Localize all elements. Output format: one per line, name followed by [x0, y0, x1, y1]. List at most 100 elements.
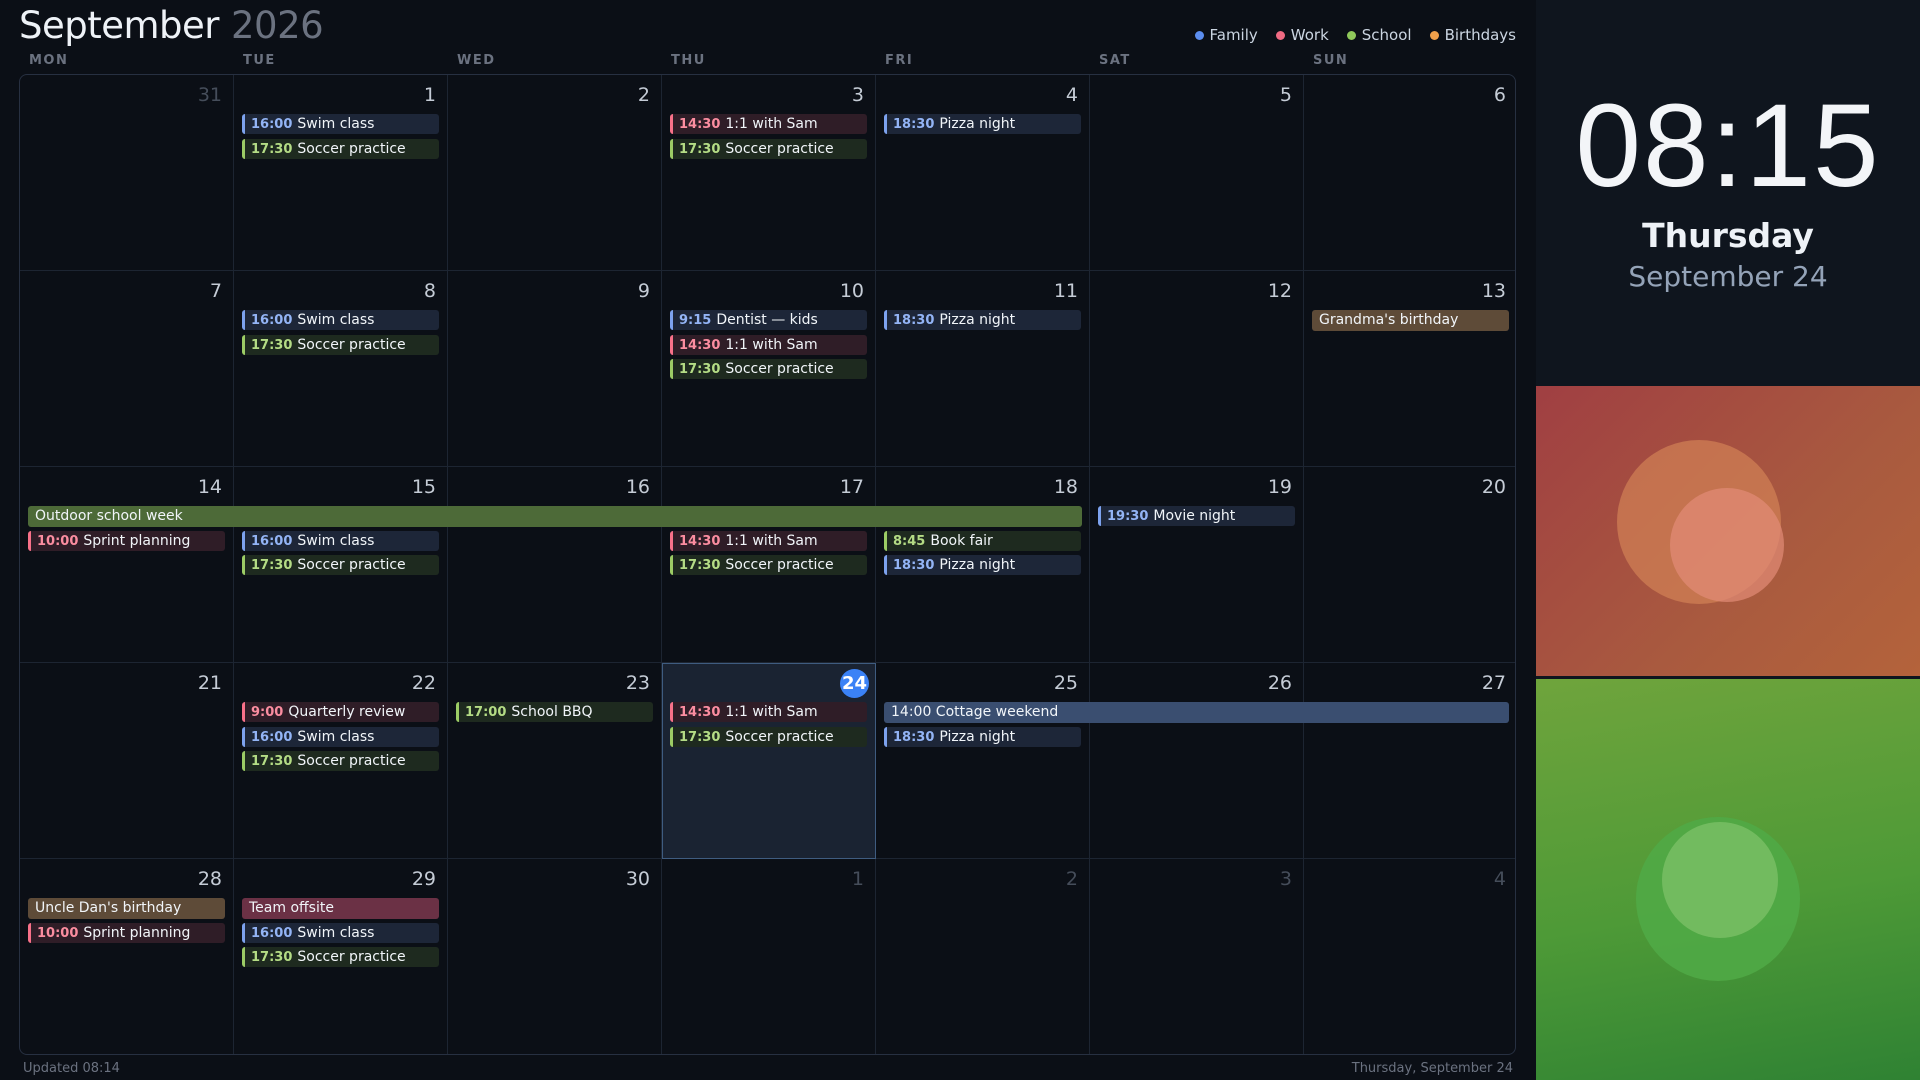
event-soccer-practice[interactable]: 17:30 Soccer practice: [242, 751, 439, 771]
footer-date: Thursday, September 24: [1351, 1061, 1513, 1076]
day-cell[interactable]: 11: [876, 271, 1090, 467]
school-dot-icon: [1346, 30, 1356, 40]
event-title: 1:1 with Sam: [725, 704, 818, 720]
day-number: 23: [625, 672, 650, 694]
event-swim-class[interactable]: 16:00 Swim class: [242, 114, 439, 134]
event-pizza-night[interactable]: 18:30 Pizza night: [884, 555, 1081, 575]
event-dentist[interactable]: 9:15 Dentist — kids: [670, 310, 867, 330]
event-pizza-night[interactable]: 18:30 Pizza night: [884, 114, 1081, 134]
day-cell[interactable]: 19: [1090, 467, 1304, 663]
day-cell[interactable]: 30: [448, 859, 662, 1054]
day-number: 16: [625, 476, 650, 498]
day-cell[interactable]: 26: [1090, 663, 1304, 859]
event-grandmas-birthday[interactable]: Grandma's birthday: [1312, 310, 1509, 331]
event-time: 17:30: [251, 338, 293, 353]
day-cell[interactable]: 28: [20, 859, 234, 1054]
event-soccer-practice[interactable]: 17:30 Soccer practice: [670, 727, 867, 747]
event-soccer-practice[interactable]: 17:30 Soccer practice: [670, 359, 867, 379]
day-cell[interactable]: 7: [20, 271, 234, 467]
day-cell-today[interactable]: 24: [662, 663, 876, 859]
legend: Family Work School Birthdays: [1194, 26, 1516, 44]
weekday-label: TUE: [243, 53, 276, 68]
day-cell[interactable]: 21: [20, 663, 234, 859]
day-cell[interactable]: 16: [448, 467, 662, 663]
event-movie-night[interactable]: 19:30 Movie night: [1098, 506, 1295, 526]
event-one-on-one[interactable]: 14:30 1:1 with Sam: [670, 335, 867, 355]
sidebar: 08:15 Thursday September 24: [1536, 0, 1920, 1080]
day-number: 18: [1053, 476, 1078, 498]
event-cottage-weekend[interactable]: 14:00 Cottage weekend: [884, 702, 1509, 723]
day-number: 19: [1267, 476, 1292, 498]
event-quarterly-review[interactable]: 9:00 Quarterly review: [242, 702, 439, 722]
legend-item-school[interactable]: School: [1346, 26, 1412, 44]
event-outdoor-school-week[interactable]: Outdoor school week: [28, 506, 1082, 527]
event-soccer-practice[interactable]: 17:30 Soccer practice: [242, 335, 439, 355]
weekday-label: WED: [457, 53, 496, 68]
event-time: 10:00: [37, 534, 79, 549]
event-swim-class[interactable]: 16:00 Swim class: [242, 531, 439, 551]
today-number-badge: 24: [840, 669, 869, 698]
event-pizza-night[interactable]: 18:30 Pizza night: [884, 727, 1081, 747]
event-title: Swim class: [297, 729, 375, 745]
day-cell[interactable]: 3: [1090, 859, 1304, 1054]
event-sprint-planning[interactable]: 10:00 Sprint planning: [28, 923, 225, 943]
event-title: Pizza night: [939, 116, 1016, 132]
event-school-bbq[interactable]: 17:00 School BBQ: [456, 702, 653, 722]
event-time: 9:15: [679, 313, 712, 328]
day-cell[interactable]: 3: [662, 75, 876, 271]
day-cell[interactable]: 5: [1090, 75, 1304, 271]
day-cell[interactable]: 2: [448, 75, 662, 271]
event-sprint-planning[interactable]: 10:00 Sprint planning: [28, 531, 225, 551]
event-soccer-practice[interactable]: 17:30 Soccer practice: [242, 947, 439, 967]
legend-item-family[interactable]: Family: [1194, 26, 1258, 44]
event-one-on-one[interactable]: 14:30 1:1 with Sam: [670, 531, 867, 551]
event-title: Soccer practice: [297, 753, 406, 769]
day-cell[interactable]: 1: [662, 859, 876, 1054]
event-uncle-dans-birthday[interactable]: Uncle Dan's birthday: [28, 898, 225, 919]
event-soccer-practice[interactable]: 17:30 Soccer practice: [242, 139, 439, 159]
event-title: Soccer practice: [725, 141, 834, 157]
event-one-on-one[interactable]: 14:30 1:1 with Sam: [670, 114, 867, 134]
event-title: 1:1 with Sam: [725, 533, 818, 549]
day-cell[interactable]: 14: [20, 467, 234, 663]
legend-item-birthdays[interactable]: Birthdays: [1429, 26, 1516, 44]
clock-time: 08:15: [1575, 80, 1881, 212]
event-soccer-practice[interactable]: 17:30 Soccer practice: [242, 555, 439, 575]
event-title: Movie night: [1153, 508, 1236, 524]
day-cell[interactable]: 4: [1304, 859, 1515, 1054]
event-swim-class[interactable]: 16:00 Swim class: [242, 727, 439, 747]
day-cell[interactable]: 6: [1304, 75, 1515, 271]
event-title: Pizza night: [939, 312, 1016, 328]
day-cell[interactable]: 1: [234, 75, 448, 271]
event-team-offsite[interactable]: Team offsite: [242, 898, 439, 919]
day-cell[interactable]: 12: [1090, 271, 1304, 467]
event-swim-class[interactable]: 16:00 Swim class: [242, 923, 439, 943]
event-title: 1:1 with Sam: [725, 337, 818, 353]
day-cell[interactable]: 2: [876, 859, 1090, 1054]
event-soccer-practice[interactable]: 17:30 Soccer practice: [670, 555, 867, 575]
day-cell[interactable]: 20: [1304, 467, 1515, 663]
day-cell[interactable]: 9: [448, 271, 662, 467]
day-cell[interactable]: 13: [1304, 271, 1515, 467]
day-cell[interactable]: 27: [1304, 663, 1515, 859]
photo-tile-green: [1536, 679, 1920, 1080]
day-number: 17: [839, 476, 864, 498]
event-one-on-one[interactable]: 14:30 1:1 with Sam: [670, 702, 867, 722]
calendar-panel: September 2026 Family Work School Birthda…: [0, 0, 1536, 1080]
event-time: 14:30: [679, 534, 721, 549]
event-swim-class[interactable]: 16:00 Swim class: [242, 310, 439, 330]
day-number: 9: [637, 280, 650, 302]
event-title: Soccer practice: [297, 557, 406, 573]
legend-item-work[interactable]: Work: [1275, 26, 1329, 44]
event-soccer-practice[interactable]: 17:30 Soccer practice: [670, 139, 867, 159]
day-cell[interactable]: 25: [876, 663, 1090, 859]
legend-label: Work: [1290, 26, 1329, 44]
day-number: 2: [637, 84, 650, 106]
day-number: 22: [411, 672, 436, 694]
event-book-fair[interactable]: 8:45 Book fair: [884, 531, 1081, 551]
day-cell[interactable]: 23: [448, 663, 662, 859]
day-cell[interactable]: 31: [20, 75, 234, 271]
day-cell[interactable]: 8: [234, 271, 448, 467]
day-cell[interactable]: 4: [876, 75, 1090, 271]
event-pizza-night[interactable]: 18:30 Pizza night: [884, 310, 1081, 330]
